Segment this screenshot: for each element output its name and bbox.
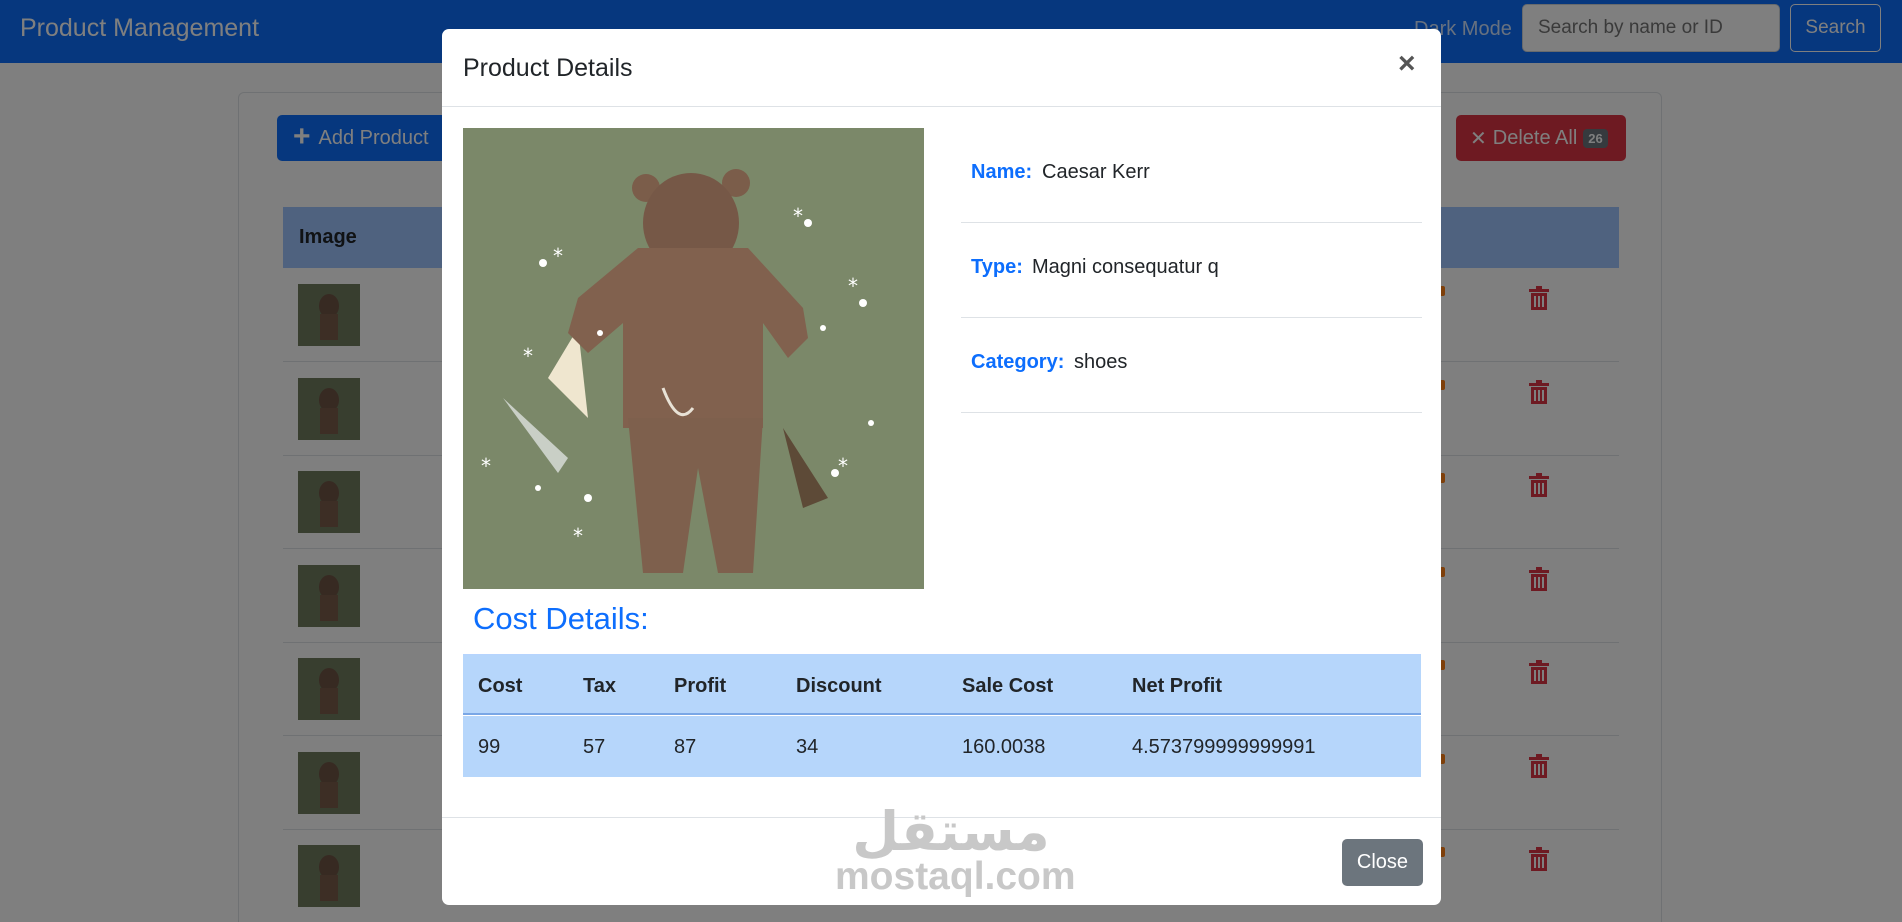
cost-details-heading: Cost Details:: [473, 601, 649, 636]
detail-row-name: Name: Caesar Kerr: [961, 128, 1422, 223]
watermark-arabic: مستقل: [852, 800, 1050, 863]
detail-row-type: Type: Magni consequatur q: [961, 223, 1422, 318]
name-label: Name:: [971, 161, 1033, 183]
mostaql-watermark: مستقل mostaql.com: [835, 800, 1076, 898]
detail-row-category: Category: shoes: [961, 318, 1422, 413]
svg-text:*: *: [573, 524, 583, 548]
product-details-modal: Product Details × * * * * * * * Name: Ca…: [442, 29, 1441, 905]
svg-text:*: *: [481, 454, 491, 478]
name-value: Caesar Kerr: [1042, 161, 1150, 183]
cost-value-cell: 99: [478, 736, 501, 758]
cost-header-cell: Cost: [478, 675, 523, 697]
svg-text:*: *: [848, 274, 858, 298]
type-value: Magni consequatur q: [1032, 256, 1219, 278]
svg-text:*: *: [793, 204, 803, 228]
discount-value-cell: 34: [796, 736, 819, 758]
cost-header-cell: Net Profit: [1132, 675, 1222, 697]
cost-table-header: Cost Tax Profit Discount Sale Cost Net P…: [463, 654, 1421, 715]
modal-title: Product Details: [463, 54, 633, 82]
watermark-latin: mostaql.com: [835, 855, 1076, 898]
cost-header-cell: Profit: [674, 675, 727, 697]
cost-header-cell: Tax: [583, 675, 616, 697]
net-profit-value-cell: 4.573799999999991: [1132, 736, 1316, 758]
category-value: shoes: [1074, 351, 1128, 373]
close-icon[interactable]: ×: [1398, 49, 1416, 79]
svg-text:*: *: [553, 244, 563, 268]
sale-cost-value-cell: 160.0038: [962, 736, 1046, 758]
product-image: * * * * * * *: [463, 128, 924, 589]
cost-header-cell: Discount: [796, 675, 882, 697]
close-button[interactable]: Close: [1342, 839, 1423, 886]
svg-text:*: *: [838, 454, 848, 478]
cost-table-row: 99 57 87 34 160.0038 4.573799999999991: [463, 716, 1421, 777]
svg-text:*: *: [523, 344, 533, 368]
modal-header: Product Details ×: [442, 29, 1441, 107]
type-label: Type:: [971, 256, 1023, 278]
category-label: Category:: [971, 351, 1065, 373]
cost-header-cell: Sale Cost: [962, 675, 1054, 697]
tax-value-cell: 57: [583, 736, 606, 758]
profit-value-cell: 87: [674, 736, 697, 758]
product-photo-illustration: * * * * * * *: [463, 128, 924, 589]
